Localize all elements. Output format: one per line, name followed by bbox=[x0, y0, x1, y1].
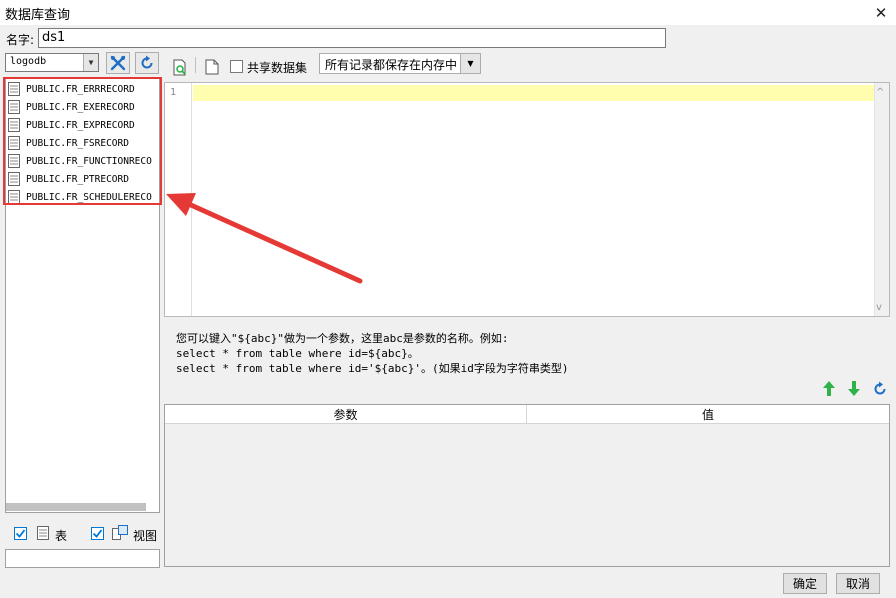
parameter-table-header: 参数 值 bbox=[165, 405, 889, 424]
shared-dataset-checkbox[interactable] bbox=[230, 60, 243, 73]
name-label: 名字: bbox=[6, 33, 35, 47]
window-title: 数据库查询 bbox=[5, 8, 71, 23]
table-filter-input[interactable] bbox=[5, 549, 160, 568]
preview-button[interactable] bbox=[171, 58, 189, 76]
annotation-arrow-icon bbox=[166, 193, 363, 284]
chevron-down-icon: ▼ bbox=[460, 54, 480, 73]
close-button[interactable]: ✕ bbox=[866, 0, 896, 25]
hint-line-1: 您可以键入"${abc}"做为一个参数，这里abc是参数的名称。例如: bbox=[176, 332, 509, 345]
scroll-down-icon[interactable]: v bbox=[876, 302, 882, 313]
arrow-down-icon bbox=[848, 381, 860, 396]
highlight-annotation bbox=[3, 77, 162, 205]
hint-line-3: select * from table where id='${abc}'。(如… bbox=[176, 362, 569, 375]
cancel-button[interactable]: 取消 bbox=[836, 573, 880, 594]
views-label: 视图 bbox=[133, 529, 158, 543]
arrow-up-icon bbox=[823, 381, 835, 396]
view-type-icon bbox=[112, 525, 129, 543]
tools-icon bbox=[110, 55, 126, 71]
ok-button[interactable]: 确定 bbox=[783, 573, 827, 594]
current-line-highlight bbox=[193, 85, 874, 101]
shared-dataset-label: 共享数据集 bbox=[247, 61, 308, 75]
refresh-icon bbox=[141, 55, 153, 69]
new-sql-button[interactable] bbox=[203, 58, 221, 76]
horizontal-scrollbar[interactable] bbox=[6, 503, 146, 511]
parameter-table bbox=[164, 404, 890, 567]
refresh-params-button[interactable] bbox=[872, 381, 888, 400]
connection-edit-button[interactable] bbox=[106, 52, 130, 74]
line-number: 1 bbox=[170, 87, 177, 98]
column-header-param[interactable]: 参数 bbox=[165, 405, 527, 424]
refresh-icon bbox=[874, 381, 886, 395]
hint-line-2: select * from table where id=${abc}。 bbox=[176, 347, 419, 360]
close-icon: ✕ bbox=[874, 3, 888, 22]
scroll-up-icon[interactable]: ^ bbox=[876, 87, 884, 98]
tables-label: 表 bbox=[55, 529, 68, 543]
name-input[interactable]: ds1 bbox=[38, 28, 666, 48]
table-type-icon bbox=[37, 526, 49, 543]
title-bar bbox=[0, 0, 896, 25]
preview-icon bbox=[173, 59, 186, 75]
column-header-value[interactable]: 值 bbox=[527, 405, 889, 424]
refresh-connection-button[interactable] bbox=[135, 52, 159, 74]
move-up-button[interactable] bbox=[822, 380, 836, 400]
memory-mode-select[interactable]: 所有记录都保存在内存中 ▼ bbox=[319, 53, 481, 74]
memory-mode-selected: 所有记录都保存在内存中 bbox=[325, 58, 458, 72]
move-down-button[interactable] bbox=[847, 380, 861, 400]
connection-selected: logodb bbox=[10, 56, 47, 67]
tables-checkbox[interactable] bbox=[14, 527, 27, 540]
checkmark-icon bbox=[15, 529, 26, 538]
chevron-down-icon: ▼ bbox=[83, 54, 98, 71]
checkmark-icon bbox=[92, 529, 103, 538]
toolbar-separator bbox=[195, 57, 196, 73]
document-icon bbox=[205, 59, 219, 75]
connection-select[interactable]: logodb ▼ bbox=[5, 53, 99, 72]
views-checkbox[interactable] bbox=[91, 527, 104, 540]
editor-vertical-scrollbar[interactable] bbox=[874, 83, 889, 316]
